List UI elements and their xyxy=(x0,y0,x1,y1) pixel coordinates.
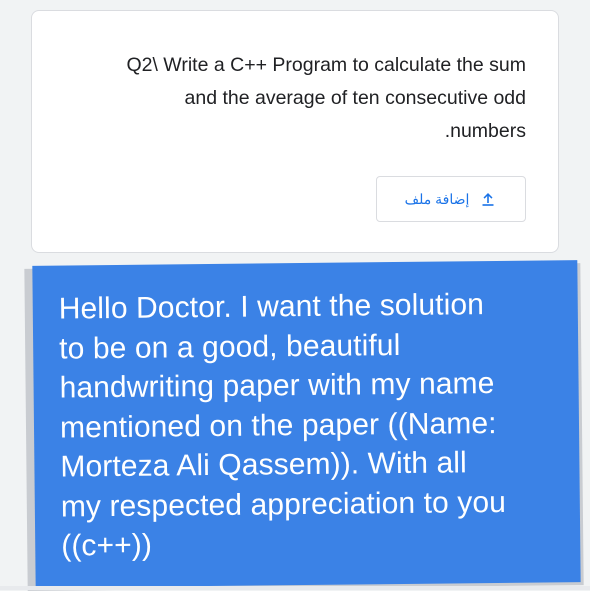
question-line-1: Q2\ Write a C++ Program to calculate the… xyxy=(126,54,526,76)
bottom-strip xyxy=(0,586,590,590)
question-line-3: .numbers xyxy=(444,120,526,142)
add-file-button[interactable]: إضافة ملف xyxy=(376,176,526,222)
note-text: Hello Doctor. I want the solution to be … xyxy=(58,288,507,563)
overlay-note: Hello Doctor. I want the solution to be … xyxy=(24,260,584,591)
question-text: Q2\ Write a C++ Program to calculate the… xyxy=(56,49,526,148)
question-card: Q2\ Write a C++ Program to calculate the… xyxy=(31,10,559,253)
note-box: Hello Doctor. I want the solution to be … xyxy=(32,260,581,588)
add-file-label: إضافة ملف xyxy=(404,190,470,207)
upload-icon xyxy=(479,190,497,208)
question-line-2: and the average of ten consecutive odd xyxy=(184,87,527,109)
